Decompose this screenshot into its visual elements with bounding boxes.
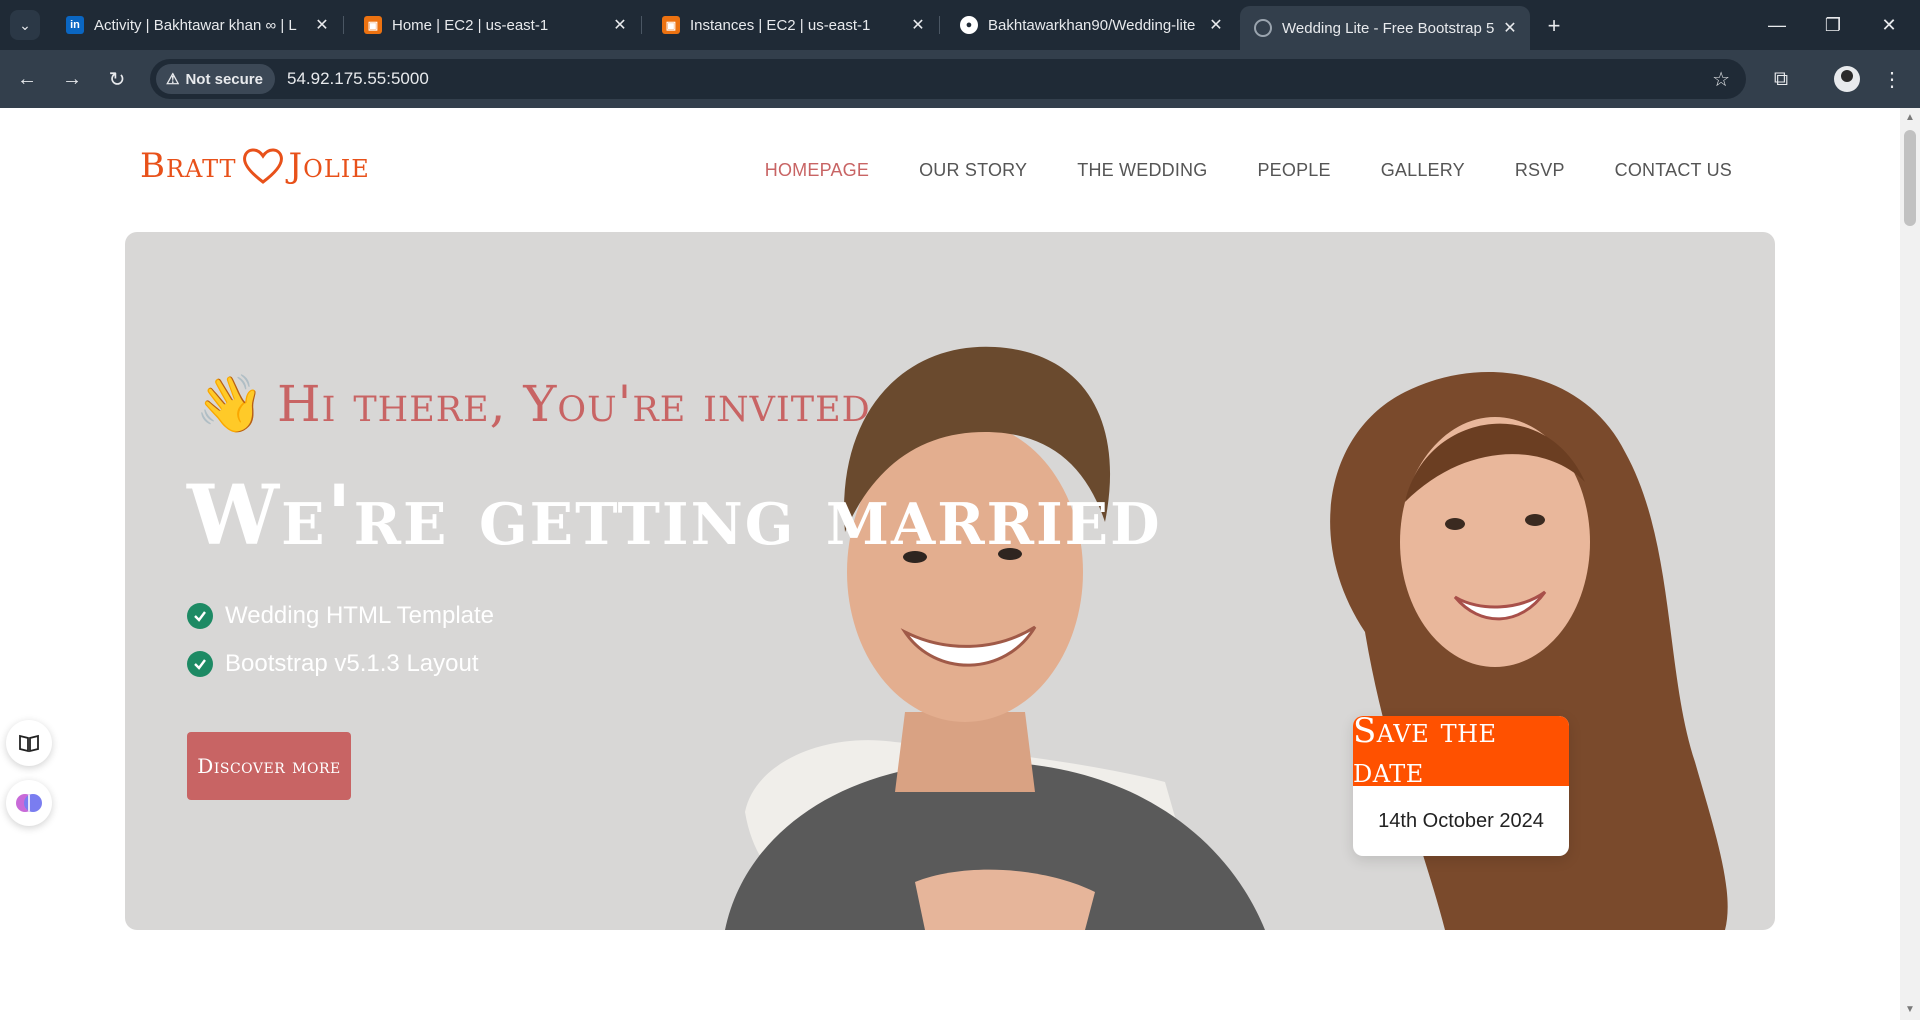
tab-divider bbox=[939, 16, 940, 34]
browser-tab[interactable]: in Activity | Bakhtawar khan ∞ | L ✕ bbox=[52, 6, 342, 44]
tab-search-button[interactable]: ⌄ bbox=[10, 10, 40, 40]
site-logo[interactable]: Bratt Jolie bbox=[140, 146, 370, 186]
site-info-chip[interactable]: ⚠ Not secure bbox=[156, 64, 275, 94]
browser-tab-bar: ⌄ in Activity | Bakhtawar khan ∞ | L ✕ ▣… bbox=[0, 0, 1920, 50]
bookmark-star-icon[interactable]: ☆ bbox=[1712, 67, 1730, 92]
nav-people[interactable]: PEOPLE bbox=[1257, 160, 1330, 181]
nav-our-story[interactable]: OUR STORY bbox=[919, 160, 1027, 181]
feature-text: Wedding HTML Template bbox=[225, 602, 495, 629]
tab-divider bbox=[343, 16, 344, 34]
arrow-left-icon: ← bbox=[17, 67, 37, 90]
nav-rsvp[interactable]: RSVP bbox=[1515, 160, 1565, 181]
address-bar[interactable]: ⚠ Not secure 54.92.175.55:5000 ☆ bbox=[150, 59, 1746, 99]
browser-tab-active[interactable]: Wedding Lite - Free Bootstrap 5 ✕ bbox=[1240, 6, 1530, 50]
page-viewport: Bratt Jolie HOMEPAGE OUR STORY THE WEDDI… bbox=[0, 108, 1920, 1020]
extensions-puzzle-icon[interactable]: ⧉ bbox=[1766, 64, 1796, 94]
browser-tab[interactable]: ● Bakhtawarkhan90/Wedding-lite ✕ bbox=[946, 6, 1236, 44]
chevron-down-icon: ⌄ bbox=[19, 16, 31, 33]
plus-icon: + bbox=[1547, 13, 1561, 38]
brain-icon bbox=[16, 794, 42, 812]
browser-toolbar: ← → ↻ ⚠ Not secure 54.92.175.55:5000 ☆ ⧉… bbox=[0, 50, 1920, 108]
tab-title: Home | EC2 | us-east-1 bbox=[392, 16, 549, 34]
tab-title: Activity | Bakhtawar khan ∞ | L bbox=[94, 16, 297, 34]
close-icon[interactable]: ✕ bbox=[1206, 15, 1226, 35]
close-icon[interactable]: ✕ bbox=[312, 15, 332, 35]
close-window-button[interactable]: ✕ bbox=[1866, 8, 1912, 42]
restore-icon: ❐ bbox=[1824, 14, 1842, 35]
close-icon: ✕ bbox=[1881, 14, 1897, 35]
feature-item: Wedding HTML Template bbox=[187, 592, 494, 640]
more-menu-icon[interactable]: ⋮ bbox=[1880, 64, 1904, 94]
tab-title: Bakhtawarkhan90/Wedding-lite bbox=[988, 16, 1196, 34]
restore-button[interactable]: ❐ bbox=[1810, 8, 1856, 42]
reload-icon: ↻ bbox=[108, 68, 126, 91]
heart-icon bbox=[242, 148, 283, 184]
tab-title: Instances | EC2 | us-east-1 bbox=[690, 16, 871, 34]
hero-section: 👋 Hi there, You're invited We're getting… bbox=[125, 232, 1775, 930]
invite-line: 👋 Hi there, You're invited bbox=[195, 372, 871, 436]
feature-list: Wedding HTML Template Bootstrap v5.1.3 L… bbox=[187, 592, 494, 688]
linkedin-icon: in bbox=[66, 16, 84, 34]
arrow-right-icon: → bbox=[62, 67, 82, 90]
tab-divider bbox=[641, 16, 642, 34]
hero-title: We're getting married bbox=[187, 468, 1162, 564]
forward-button[interactable]: → bbox=[57, 64, 87, 94]
browser-tab[interactable]: ▣ Instances | EC2 | us-east-1 ✕ bbox=[648, 6, 938, 44]
book-icon bbox=[19, 734, 39, 753]
nav-homepage[interactable]: HOMEPAGE bbox=[765, 160, 869, 181]
feature-item: Bootstrap v5.1.3 Layout bbox=[187, 640, 494, 688]
aws-ec2-icon: ▣ bbox=[662, 16, 680, 34]
page-scrollbar[interactable]: ▲ ▼ bbox=[1900, 108, 1920, 1020]
new-tab-button[interactable]: + bbox=[1540, 12, 1568, 40]
scrollbar-thumb[interactable] bbox=[1904, 130, 1916, 226]
wedding-date: 14th October 2024 bbox=[1378, 809, 1544, 832]
save-the-date-card: Save the date 14th October 2024 bbox=[1353, 716, 1569, 856]
url-text[interactable]: 54.92.175.55:5000 bbox=[287, 69, 429, 89]
waving-hand-icon: 👋 bbox=[195, 372, 265, 435]
back-button[interactable]: ← bbox=[12, 64, 42, 94]
reload-button[interactable]: ↻ bbox=[102, 64, 132, 94]
check-circle-icon bbox=[187, 651, 213, 677]
nav-the-wedding[interactable]: THE WEDDING bbox=[1077, 160, 1207, 181]
ai-assistant-button[interactable] bbox=[6, 780, 52, 826]
github-icon: ● bbox=[960, 16, 978, 34]
site-header: Bratt Jolie HOMEPAGE OUR STORY THE WEDDI… bbox=[0, 108, 1900, 228]
logo-left-name: Bratt bbox=[140, 146, 237, 186]
minimize-icon: — bbox=[1768, 14, 1786, 35]
profile-avatar[interactable] bbox=[1834, 66, 1860, 92]
close-icon[interactable]: ✕ bbox=[1500, 18, 1520, 38]
logo-right-name: Jolie bbox=[288, 146, 370, 186]
nav-contact-us[interactable]: CONTACT US bbox=[1615, 160, 1732, 181]
close-icon[interactable]: ✕ bbox=[908, 15, 928, 35]
tab-title: Wedding Lite - Free Bootstrap 5 bbox=[1282, 19, 1495, 37]
scroll-up-icon[interactable]: ▲ bbox=[1904, 112, 1916, 124]
check-circle-icon bbox=[187, 603, 213, 629]
warning-icon: ⚠ bbox=[166, 71, 180, 88]
close-icon[interactable]: ✕ bbox=[610, 15, 630, 35]
feature-text: Bootstrap v5.1.3 Layout bbox=[225, 650, 479, 677]
globe-icon bbox=[1254, 19, 1272, 37]
reading-mode-button[interactable] bbox=[6, 720, 52, 766]
save-the-date-heading: Save the date bbox=[1353, 716, 1569, 791]
minimize-button[interactable]: — bbox=[1754, 8, 1800, 42]
discover-more-button[interactable]: Discover more bbox=[187, 732, 351, 800]
scroll-down-icon[interactable]: ▼ bbox=[1904, 1004, 1916, 1016]
invite-heading: Hi there, You're invited bbox=[277, 375, 871, 433]
aws-ec2-icon: ▣ bbox=[364, 16, 382, 34]
browser-tab[interactable]: ▣ Home | EC2 | us-east-1 ✕ bbox=[350, 6, 640, 44]
security-label: Not secure bbox=[185, 70, 263, 88]
nav-gallery[interactable]: GALLERY bbox=[1381, 160, 1465, 181]
main-menu: HOMEPAGE OUR STORY THE WEDDING PEOPLE GA… bbox=[715, 160, 1732, 181]
